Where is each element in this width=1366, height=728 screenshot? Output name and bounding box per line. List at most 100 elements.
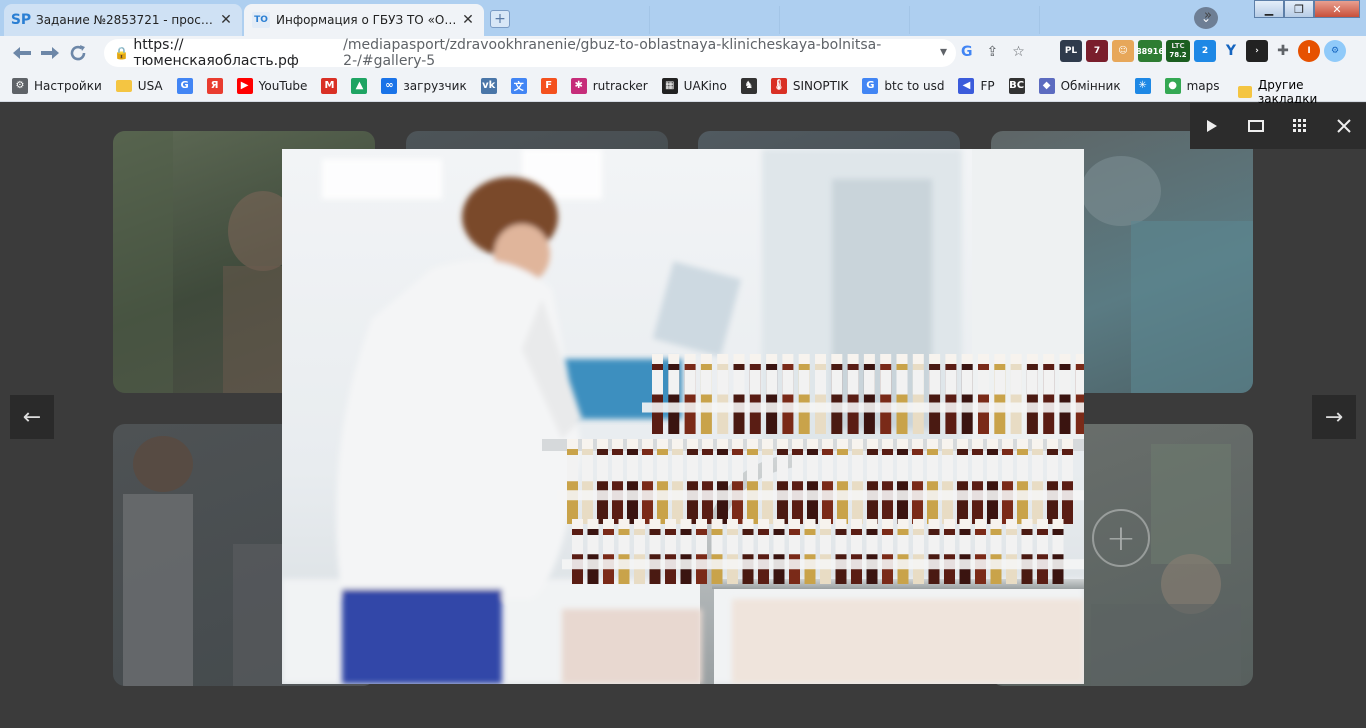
lock-icon[interactable]: 🔒 (110, 46, 133, 60)
translate-icon: 文 (510, 77, 527, 94)
bookmark-item[interactable]: ✱ rutracker (570, 77, 648, 94)
fp-icon: ◀ (958, 77, 975, 94)
bookmark-item[interactable]: 文 (510, 77, 533, 94)
bookmark-label: btc to usd (884, 78, 945, 93)
download-count: 2 (1201, 46, 1209, 56)
bookmark-item[interactable]: Я (206, 77, 229, 94)
snowflake-icon: ✳ (1134, 77, 1151, 94)
zoom-plus-icon[interactable]: + (1092, 509, 1150, 567)
play-icon[interactable] (1194, 108, 1230, 144)
bookmark-item[interactable]: ✳ (1134, 77, 1157, 94)
url-path: /mediapasport/zdravookhranenie/gbuz-to-o… (343, 37, 882, 69)
pl-extension-icon[interactable]: PL (1060, 40, 1082, 62)
next-arrow-button[interactable]: → (1312, 395, 1356, 439)
back-button[interactable] (8, 39, 36, 67)
btc-value: 88916 (1136, 46, 1164, 56)
google-icon: G (862, 77, 879, 94)
bookmark-item[interactable]: ▦ UAKino (661, 77, 727, 94)
lab-photo (282, 149, 1084, 684)
fullscreen-icon[interactable] (1238, 108, 1274, 144)
ltc-label: LTC (1171, 42, 1185, 50)
window-close-button[interactable]: ✕ (1314, 0, 1360, 18)
tab-title: Задание №2853721 - просмотр за (36, 13, 218, 27)
profile-avatar[interactable]: I (1298, 40, 1320, 62)
bookmark-item[interactable]: G (176, 77, 199, 94)
exchange-icon: ◆ (1038, 77, 1055, 94)
lightbox-image (282, 149, 1084, 684)
bookmark-item[interactable]: ◆ Обмінник (1038, 77, 1121, 94)
dropdown-icon[interactable]: ▾ (940, 44, 947, 60)
download-extension-icon[interactable]: 2 (1194, 40, 1216, 62)
bookmark-item[interactable]: ⚙ Настройки (12, 77, 102, 94)
prev-arrow-button[interactable]: ← (10, 395, 54, 439)
bookmark-item[interactable]: USA (115, 78, 163, 93)
bookmark-item[interactable]: F (540, 77, 563, 94)
bookmark-label: rutracker (592, 78, 648, 93)
btc-extension-icon[interactable]: 88916 (1136, 40, 1164, 62)
close-tab-icon[interactable]: ✕ (460, 12, 476, 28)
grid-icon[interactable] (1282, 108, 1318, 144)
google-lens-icon[interactable]: G (961, 44, 973, 60)
favicon-to-icon: ТО (252, 12, 270, 28)
bookmark-label: USA (137, 78, 163, 93)
minimize-button[interactable]: ▁ (1254, 0, 1284, 18)
y-extension-icon[interactable]: Y (1220, 40, 1242, 62)
bookmarks-more-icon[interactable]: » (1204, 8, 1212, 23)
reload-icon (70, 45, 86, 61)
bookmark-label: FP (980, 78, 995, 93)
bookmark-star-icon[interactable]: ☆ (1012, 44, 1025, 60)
maximize-button[interactable]: ❐ (1284, 0, 1314, 18)
bookmark-item[interactable]: ▲ (351, 77, 373, 94)
yandex-icon: Я (206, 77, 223, 94)
youtube-icon: ▶ (236, 77, 253, 94)
bookmark-label: загрузчик (403, 78, 467, 93)
bookmark-item[interactable]: ◀ FP (958, 77, 995, 94)
google-icon: G (176, 77, 193, 94)
window-controls: ▁ ❐ ✕ (1254, 0, 1360, 18)
forward-button[interactable] (36, 39, 64, 67)
chess-icon: ♞ (740, 77, 757, 94)
counter-extension-icon[interactable]: 7 (1086, 40, 1108, 62)
profile-letter: I (1307, 46, 1311, 56)
bookmark-item[interactable]: M (321, 77, 343, 94)
folder-icon (115, 79, 132, 92)
bookmark-item[interactable]: ♞ (740, 77, 763, 94)
bookmark-item[interactable]: vk (480, 77, 503, 94)
reload-button[interactable] (64, 39, 92, 67)
settings-extension-icon[interactable]: ⚙ (1324, 40, 1346, 62)
terminal-extension-icon[interactable]: › (1246, 40, 1268, 62)
tab-title: Информация о ГБУЗ ТО «ОБЛАСТ (276, 13, 460, 27)
tab-strip: SP Задание №2853721 - просмотр за ✕ ТО И… (0, 0, 1366, 36)
close-icon[interactable] (1326, 108, 1362, 144)
close-tab-icon[interactable]: ✕ (218, 12, 234, 28)
pl-label: PL (1064, 46, 1078, 56)
bookmark-item[interactable]: Gbtc to usd (862, 77, 945, 94)
bookmark-item[interactable]: ● maps (1164, 77, 1220, 94)
bookmark-label: maps (1186, 78, 1220, 93)
background-tabs (520, 0, 1110, 36)
omnibox-actions: ▾ G ⇪ ☆ (940, 44, 1025, 60)
forward-arrow-icon (41, 47, 59, 59)
ltc-extension-icon[interactable]: LTC 78.2 (1166, 40, 1190, 62)
face-extension-icon[interactable]: ☺ (1112, 40, 1134, 62)
share-icon[interactable]: ⇪ (987, 44, 999, 60)
address-bar[interactable]: 🔒 https://тюменскаяобласть.рф/mediapaspo… (104, 37, 956, 69)
bookmark-item[interactable]: ▶ YouTube (236, 77, 307, 94)
maps-icon: ● (1164, 77, 1181, 94)
loader-icon: ∞ (381, 77, 398, 94)
bookmark-item[interactable]: 🌡 SINOPTIK (770, 77, 848, 94)
tab-info[interactable]: ТО Информация о ГБУЗ ТО «ОБЛАСТ ✕ (244, 4, 484, 36)
new-tab-button[interactable]: + (490, 10, 510, 28)
tab-task[interactable]: SP Задание №2853721 - просмотр за ✕ (4, 4, 242, 36)
arrow-right-icon: → (1324, 404, 1344, 430)
bookmark-item[interactable]: BC (1008, 77, 1031, 94)
favicon-sp-icon: SP (10, 12, 32, 28)
other-bookmarks[interactable]: Другие закладки (1238, 78, 1366, 106)
puzzle-icon[interactable]: ✚ (1272, 40, 1294, 62)
gallery-lightbox: + ← → (0, 103, 1366, 728)
extensions-area: PL 7 ☺ 88916 LTC 78.2 2 Y › ✚ I ⚙ (1060, 40, 1346, 62)
url-host: https://тюменскаяобласть.рф (133, 37, 299, 69)
bookmark-item[interactable]: ∞ загрузчик (381, 77, 467, 94)
rutracker-icon: ✱ (570, 77, 587, 94)
bc-icon: BC (1008, 77, 1025, 94)
